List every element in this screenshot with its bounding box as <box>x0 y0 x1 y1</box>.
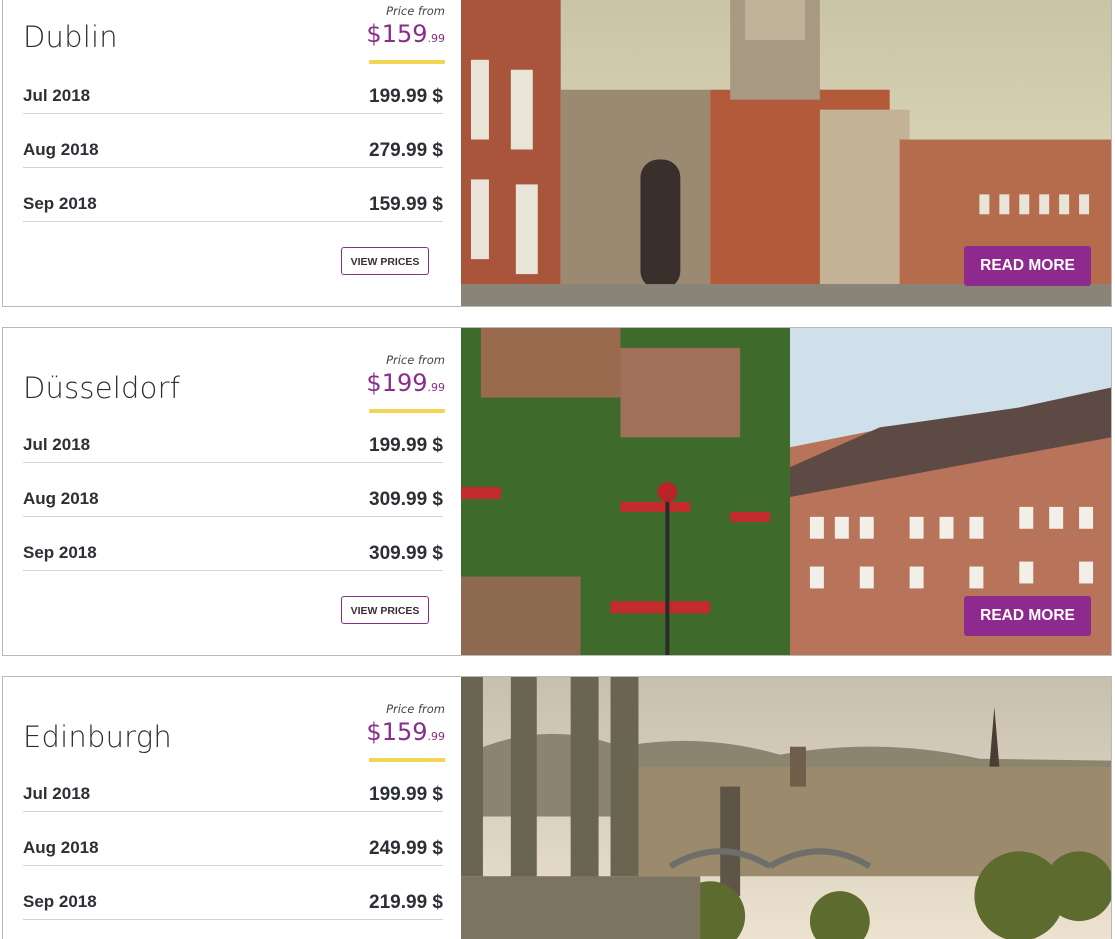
price-cents: .99 <box>427 32 446 45</box>
destination-photo[interactable]: READ MORE <box>461 328 1111 655</box>
month-price: 309.99 $ <box>369 543 443 564</box>
month-price: 309.99 $ <box>369 489 443 510</box>
month-price: 159.99 $ <box>369 194 443 215</box>
price-row: Jul 2018 199.99 $ <box>23 758 443 812</box>
price-row: Aug 2018 309.99 $ <box>23 463 443 517</box>
price-row: Sep 2018 219.99 $ <box>23 866 443 920</box>
price-main: $159 <box>366 718 428 746</box>
month-label: Jul 2018 <box>23 784 91 803</box>
month-label: Sep 2018 <box>23 892 97 911</box>
price-cents: .99 <box>427 730 446 743</box>
destination-photo[interactable] <box>461 677 1111 939</box>
read-more-button[interactable]: READ MORE <box>964 596 1091 636</box>
price-row: Aug 2018 279.99 $ <box>23 114 443 168</box>
city-name: Düsseldorf <box>23 371 181 405</box>
month-label: Aug 2018 <box>23 838 99 857</box>
month-price: 219.99 $ <box>369 892 443 913</box>
price-row: Jul 2018 199.99 $ <box>23 60 443 114</box>
month-price: 279.99 $ <box>369 140 443 161</box>
price-panel: Dublin Price from $159.99 Jul 2018 199.9… <box>3 0 462 306</box>
price-cents: .99 <box>427 381 446 394</box>
view-prices-button[interactable]: VIEW PRICES <box>341 247 429 275</box>
month-label: Jul 2018 <box>23 86 91 105</box>
edinburgh-image <box>461 677 1111 939</box>
month-label: Aug 2018 <box>23 140 99 159</box>
city-name: Dublin <box>23 20 118 54</box>
destination-card-dublin: Dublin Price from $159.99 Jul 2018 199.9… <box>2 0 1112 307</box>
price-row: Sep 2018 159.99 $ <box>23 168 443 222</box>
destination-card-edinburgh: Edinburgh Price from $159.99 Jul 2018 19… <box>2 676 1112 939</box>
price-row: Jul 2018 199.99 $ <box>23 409 443 463</box>
city-name: Edinburgh <box>23 720 172 754</box>
month-price: 199.99 $ <box>369 435 443 456</box>
starting-price: $159.99 <box>366 718 445 746</box>
price-main: $199 <box>366 369 428 397</box>
price-main: $159 <box>366 20 428 48</box>
price-panel: Düsseldorf Price from $199.99 Jul 2018 1… <box>3 328 462 655</box>
view-prices-button[interactable]: VIEW PRICES <box>341 596 429 624</box>
read-more-button[interactable]: READ MORE <box>964 246 1091 286</box>
month-price: 249.99 $ <box>369 838 443 859</box>
price-from-label: Price from <box>386 353 445 367</box>
price-row: Sep 2018 309.99 $ <box>23 517 443 571</box>
price-panel: Edinburgh Price from $159.99 Jul 2018 19… <box>3 677 462 939</box>
destination-card-dusseldorf: Düsseldorf Price from $199.99 Jul 2018 1… <box>2 327 1112 656</box>
starting-price: $159.99 <box>366 20 445 48</box>
price-row: Aug 2018 249.99 $ <box>23 812 443 866</box>
month-label: Jul 2018 <box>23 435 91 454</box>
destination-photo[interactable]: READ MORE <box>461 0 1111 306</box>
month-price: 199.99 $ <box>369 784 443 805</box>
price-from-label: Price from <box>386 702 445 716</box>
month-label: Aug 2018 <box>23 489 99 508</box>
month-label: Sep 2018 <box>23 543 97 562</box>
month-price: 199.99 $ <box>369 86 443 107</box>
starting-price: $199.99 <box>366 369 445 397</box>
price-from-label: Price from <box>386 4 445 18</box>
month-label: Sep 2018 <box>23 194 97 213</box>
